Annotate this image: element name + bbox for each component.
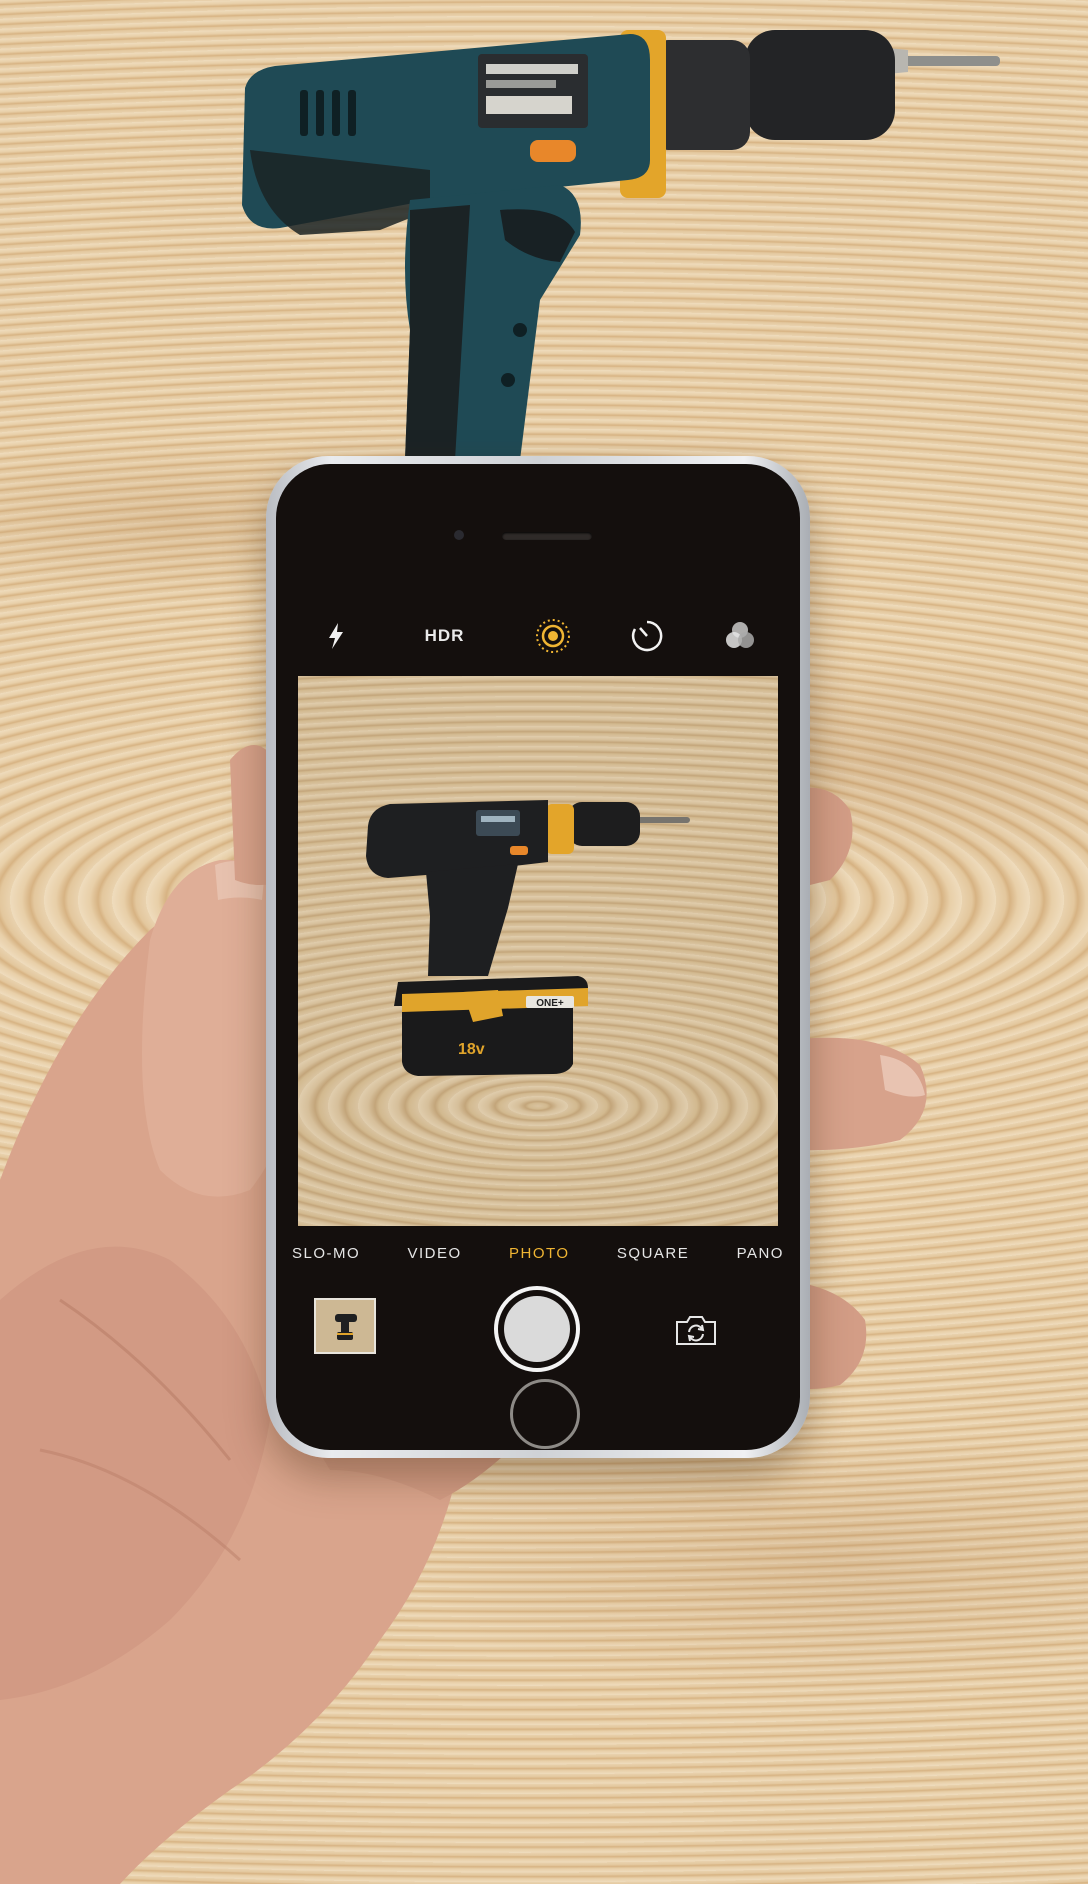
viewfinder[interactable]: ONE+ 18v <box>298 676 778 1226</box>
mode-photo[interactable]: PHOTO <box>509 1245 570 1262</box>
flip-camera-icon[interactable] <box>672 1312 720 1348</box>
shutter-button-icon[interactable] <box>494 1286 580 1372</box>
live-photo-icon[interactable] <box>533 616 573 656</box>
iphone: HDR ONE+ 18v SLO-MO VIDEO PHOTO SQUARE P… <box>266 456 810 1458</box>
home-button[interactable] <box>510 1379 580 1449</box>
battery-brand-label: ONE+ <box>536 998 564 1009</box>
last-photo-thumbnail[interactable] <box>314 1298 376 1354</box>
mode-slo-mo[interactable]: SLO-MO <box>292 1245 360 1262</box>
camera-mode-selector[interactable]: SLO-MO VIDEO PHOTO SQUARE PANO <box>276 1236 800 1270</box>
shutter-inner <box>504 1296 570 1362</box>
viewfinder-drill: ONE+ 18v <box>366 800 690 1076</box>
earpiece-speaker <box>502 532 592 540</box>
timer-icon[interactable] <box>627 616 667 656</box>
battery-voltage-label: 18v <box>458 1041 485 1058</box>
drill-on-table <box>242 30 1000 460</box>
front-camera <box>454 530 464 540</box>
photo-scene: HDR ONE+ 18v SLO-MO VIDEO PHOTO SQUARE P… <box>0 0 1088 1884</box>
mode-square[interactable]: SQUARE <box>617 1245 689 1262</box>
hdr-button[interactable]: HDR <box>410 616 480 656</box>
camera-top-bar: HDR <box>276 610 800 662</box>
mode-pano[interactable]: PANO <box>737 1245 784 1262</box>
thumbnail-drill-icon <box>335 1314 357 1340</box>
hdr-label: HDR <box>424 626 465 645</box>
mode-video[interactable]: VIDEO <box>408 1245 462 1262</box>
filters-icon[interactable] <box>720 616 760 656</box>
phone-front: HDR ONE+ 18v SLO-MO VIDEO PHOTO SQUARE P… <box>276 464 800 1450</box>
lightning-bolt-icon[interactable] <box>316 616 356 656</box>
